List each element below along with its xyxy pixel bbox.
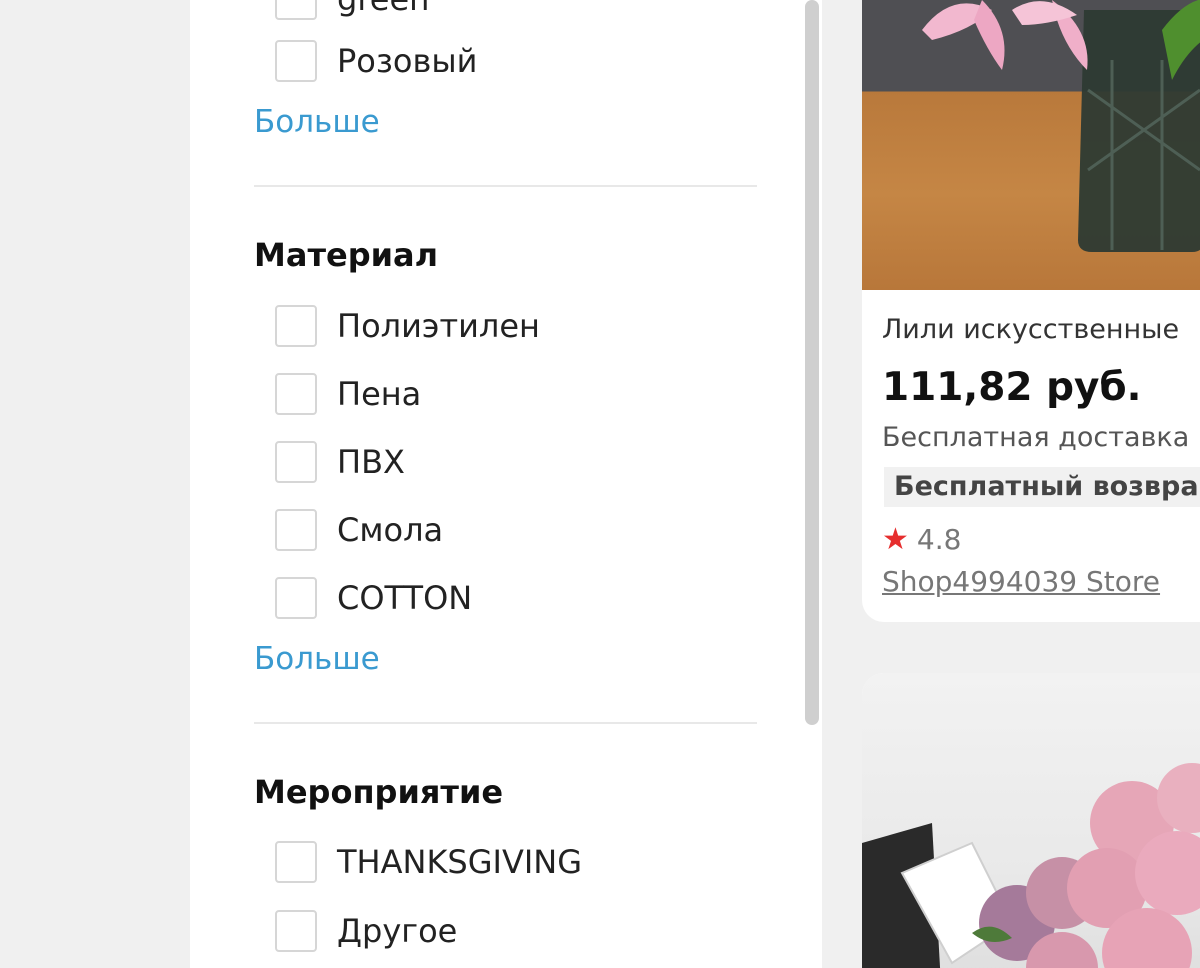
checkbox[interactable]	[275, 441, 317, 483]
filter-option-label: THANKSGIVING	[337, 843, 583, 881]
product-card[interactable]: Лили искусственные 111,82 руб. Бесплатна…	[862, 0, 1200, 622]
checkbox[interactable]	[275, 305, 317, 347]
filter-option-green[interactable]: green	[275, 0, 429, 20]
sidebar-scrollbar[interactable]	[805, 0, 819, 725]
color-more-link[interactable]: Больше	[254, 104, 380, 140]
star-icon: ★	[882, 522, 909, 557]
event-section-title: Мероприятие	[254, 773, 504, 811]
filter-option-thanksgiving[interactable]: THANKSGIVING	[275, 841, 582, 883]
checkbox[interactable]	[275, 373, 317, 415]
checkbox[interactable]	[275, 0, 317, 20]
divider	[254, 185, 757, 187]
lily-vase-illustration	[922, 0, 1200, 252]
filter-option-other[interactable]: Другое	[275, 910, 457, 952]
checkbox[interactable]	[275, 577, 317, 619]
filter-option-label: Полиэтилен	[337, 307, 540, 345]
filter-option-cotton[interactable]: COTTON	[275, 577, 472, 619]
product-image[interactable]	[862, 0, 1200, 290]
filter-sidebar	[190, 0, 822, 968]
store-link[interactable]: Shop4994039 Store	[882, 565, 1160, 598]
filter-option-label: Смола	[337, 511, 444, 549]
product-image[interactable]	[862, 673, 1200, 968]
filter-option-label: Розовый	[337, 42, 478, 80]
product-price: 111,82 руб.	[882, 365, 1142, 410]
filter-option-pink[interactable]: Розовый	[275, 40, 477, 82]
filter-option-label: ПВХ	[337, 443, 405, 481]
material-more-link[interactable]: Больше	[254, 641, 380, 677]
filter-option-label: green	[337, 0, 429, 18]
checkbox[interactable]	[275, 509, 317, 551]
product-shipping: Бесплатная доставка	[882, 422, 1190, 453]
filter-option-label: Другое	[337, 912, 458, 950]
product-card[interactable]	[862, 673, 1200, 968]
filter-option-resin[interactable]: Смола	[275, 509, 443, 551]
material-section-title: Материал	[254, 236, 439, 274]
filter-option-polyethylene[interactable]: Полиэтилен	[275, 305, 540, 347]
filter-option-label: Пена	[337, 375, 422, 413]
product-rating: ★ 4.8	[882, 522, 961, 557]
peony-bouquet-illustration	[862, 763, 1200, 968]
filter-option-label: COTTON	[337, 579, 473, 617]
checkbox[interactable]	[275, 910, 317, 952]
rating-value: 4.8	[916, 523, 962, 556]
filter-option-pvc[interactable]: ПВХ	[275, 441, 405, 483]
product-title[interactable]: Лили искусственные	[882, 314, 1179, 345]
free-return-badge: Бесплатный возвра	[884, 467, 1200, 507]
filter-option-foam[interactable]: Пена	[275, 373, 421, 415]
checkbox[interactable]	[275, 841, 317, 883]
checkbox[interactable]	[275, 40, 317, 82]
divider	[254, 722, 757, 724]
